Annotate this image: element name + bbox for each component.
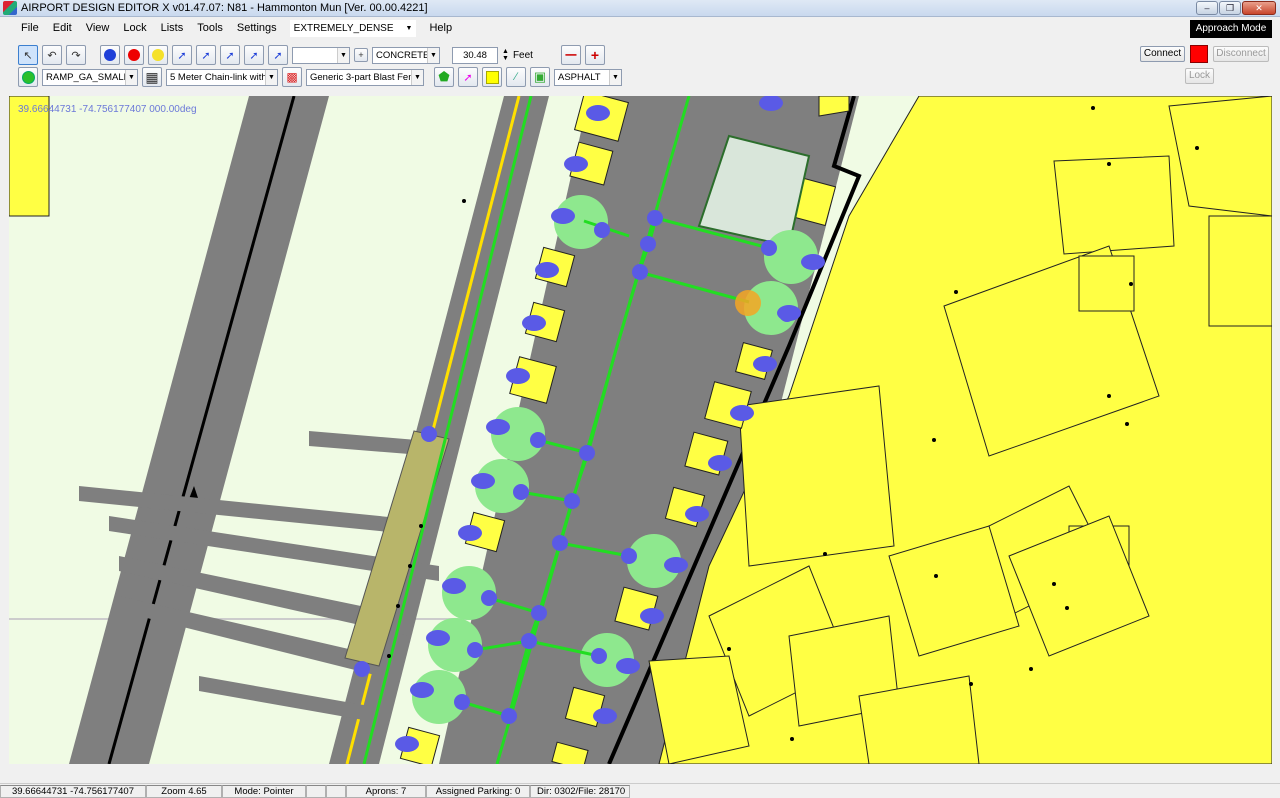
blast-fence-icon[interactable]: ▩ bbox=[282, 67, 302, 87]
blast-fence-value: Generic 3-part Blast Fence bbox=[310, 71, 424, 83]
ramp-type-select[interactable]: RAMP_GA_SMALL ▼ bbox=[42, 68, 138, 86]
fence-type-select[interactable]: 5 Meter Chain-link with be ▼ bbox=[166, 68, 278, 86]
ruler-icon[interactable]: ━━ bbox=[560, 45, 581, 65]
width-input[interactable]: 30.48 bbox=[452, 46, 498, 64]
disconnect-button[interactable]: Disconnect bbox=[1213, 46, 1269, 62]
runway-link-tool-icon[interactable]: ➚ bbox=[220, 45, 240, 65]
menu-help[interactable]: Help bbox=[422, 18, 459, 39]
status-bar: 39.66644731 -74.756177407 Zoom 4.65 Mode… bbox=[0, 783, 1280, 798]
curve-link-tool-icon[interactable]: ➚ bbox=[244, 45, 264, 65]
chevron-down-icon: ▼ bbox=[609, 69, 621, 85]
connect-button[interactable]: Connect bbox=[1140, 46, 1185, 62]
select-frame-icon[interactable]: ▣ bbox=[530, 67, 550, 87]
status-zoom: Zoom 4.65 bbox=[146, 784, 222, 798]
surface-value: CONCRETE bbox=[376, 49, 430, 61]
vehicle-link-tool-icon[interactable]: ➚ bbox=[268, 45, 288, 65]
approach-mode-button[interactable]: Approach Mode bbox=[1190, 20, 1272, 38]
toolbar-row-2: RAMP_GA_SMALL ▼ ▦ 5 Meter Chain-link wit… bbox=[18, 66, 622, 88]
menu-tools[interactable]: Tools bbox=[190, 18, 230, 39]
menu-file[interactable]: File bbox=[14, 18, 46, 39]
diagonal-line-icon[interactable]: ∕ bbox=[506, 67, 526, 87]
fence-type-value: 5 Meter Chain-link with be bbox=[170, 71, 278, 83]
pointer-tool-icon[interactable]: ↖ bbox=[18, 45, 38, 65]
surface2-value: ASPHALT bbox=[558, 71, 601, 83]
apron-link-tool-icon[interactable]: ➚ bbox=[196, 45, 216, 65]
undo-icon[interactable]: ↶ bbox=[42, 45, 62, 65]
yellow-fill-icon[interactable] bbox=[482, 67, 502, 87]
taxi-link-tool-icon[interactable]: ➚ bbox=[172, 45, 192, 65]
menu-bar: File Edit View Lock Lists Tools Settings… bbox=[0, 18, 1280, 39]
surface2-select[interactable]: ASPHALT ▼ bbox=[554, 68, 622, 86]
status-empty-1 bbox=[306, 784, 326, 798]
blue-node-tool-icon[interactable] bbox=[100, 45, 120, 65]
chevron-down-icon: ▼ bbox=[265, 69, 277, 85]
chevron-down-icon: ▼ bbox=[337, 47, 349, 63]
status-mode: Mode: Pointer bbox=[222, 784, 306, 798]
menu-view[interactable]: View bbox=[79, 18, 117, 39]
map-canvas[interactable]: 39.66644731 -74.756177407 000.00deg bbox=[9, 96, 1272, 764]
fence-grid-icon[interactable]: ▦ bbox=[142, 67, 162, 87]
status-coords: 39.66644731 -74.756177407 bbox=[0, 784, 146, 798]
magenta-line-icon[interactable]: ➚ bbox=[458, 67, 478, 87]
connection-status-indicator bbox=[1190, 45, 1208, 63]
restore-icon[interactable]: ❐ bbox=[1219, 1, 1241, 15]
chevron-down-icon: ▼ bbox=[411, 69, 423, 85]
surface-select[interactable]: CONCRETE ▼ bbox=[372, 46, 440, 64]
close-icon[interactable]: ✕ bbox=[1242, 1, 1276, 15]
status-assigned-parking: Assigned Parking: 0 bbox=[426, 784, 530, 798]
menu-lists[interactable]: Lists bbox=[154, 18, 191, 39]
red-node-tool-icon[interactable] bbox=[124, 45, 144, 65]
window-controls: – ❐ ✕ bbox=[1196, 1, 1276, 15]
link-type-select[interactable]: ▼ bbox=[292, 46, 350, 64]
minimize-icon[interactable]: – bbox=[1196, 1, 1218, 15]
app-icon bbox=[3, 1, 17, 15]
title-bar: AIRPORT DESIGN EDITOR X v01.47.07: N81 -… bbox=[0, 0, 1280, 17]
chevron-down-icon: ▼ bbox=[405, 25, 413, 32]
toolbar-row-1: ↖ ↶ ↷ ➚ ➚ ➚ ➚ ➚ ▼ + CONCRETE ▼ 30.48 ▲ ▼ … bbox=[18, 44, 605, 66]
coordinate-readout: 39.66644731 -74.756177407 000.00deg bbox=[18, 104, 197, 115]
menu-lock[interactable]: Lock bbox=[116, 18, 153, 39]
yellow-node-tool-icon[interactable] bbox=[148, 45, 168, 65]
density-value: EXTREMELY_DENSE bbox=[293, 23, 394, 34]
chevron-down-icon: ▼ bbox=[125, 69, 137, 85]
clock-icon[interactable] bbox=[18, 67, 38, 87]
add-icon[interactable]: + bbox=[354, 48, 368, 62]
chevron-down-icon: ▼ bbox=[427, 47, 439, 63]
units-label: Feet bbox=[512, 49, 533, 61]
blast-fence-select[interactable]: Generic 3-part Blast Fence ▼ bbox=[306, 68, 424, 86]
ramp-type-value: RAMP_GA_SMALL bbox=[46, 71, 129, 83]
status-empty-2 bbox=[326, 784, 346, 798]
polygon-icon[interactable]: ⬟ bbox=[434, 67, 454, 87]
lock-button[interactable]: Lock bbox=[1185, 68, 1214, 84]
redo-icon[interactable]: ↷ bbox=[66, 45, 86, 65]
status-dir: Dir: 0302/File: 28170 bbox=[530, 784, 630, 798]
crosshair-icon[interactable]: + bbox=[584, 45, 605, 65]
window-title: AIRPORT DESIGN EDITOR X v01.47.07: N81 -… bbox=[21, 2, 428, 14]
menu-settings[interactable]: Settings bbox=[230, 18, 284, 39]
width-spinner-icon[interactable]: ▲ ▼ bbox=[502, 48, 509, 62]
status-aprons: Aprons: 7 bbox=[346, 784, 426, 798]
menu-edit[interactable]: Edit bbox=[46, 18, 79, 39]
density-select[interactable]: EXTREMELY_DENSE ▼ bbox=[289, 20, 417, 37]
